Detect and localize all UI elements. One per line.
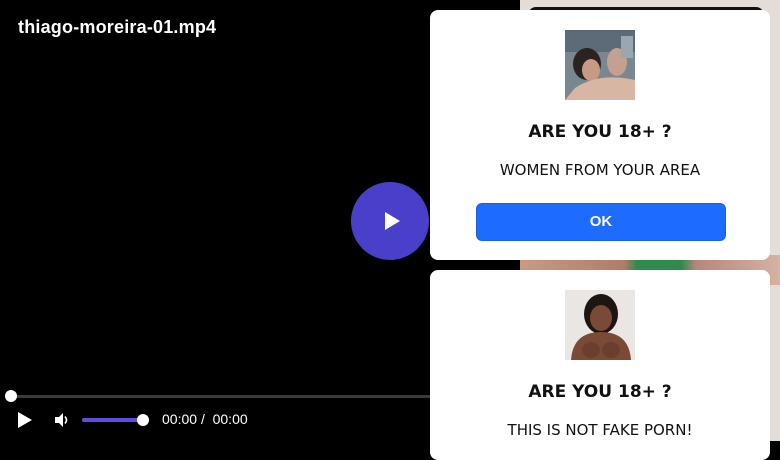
popup-avatar-2 bbox=[565, 290, 635, 360]
time-display: 00:00 / 00:00 bbox=[162, 411, 248, 427]
time-separator: / bbox=[200, 411, 205, 427]
ok-button[interactable]: OK bbox=[476, 203, 726, 241]
current-time: 00:00 bbox=[162, 411, 198, 427]
popup-subtitle: THIS IS NOT FAKE PORN! bbox=[507, 421, 693, 439]
volume-handle[interactable] bbox=[137, 414, 149, 426]
play-icon bbox=[18, 412, 32, 428]
video-title: thiago-moreira-01.mp4 bbox=[18, 17, 217, 37]
volume-icon[interactable] bbox=[53, 411, 71, 429]
popup-title: ARE YOU 18+ ? bbox=[528, 382, 672, 402]
popup-subtitle: WOMEN FROM YOUR AREA bbox=[499, 161, 701, 179]
popup-avatar-1 bbox=[565, 30, 635, 100]
progress-handle[interactable] bbox=[5, 390, 17, 402]
age-popup-1[interactable]: ARE YOU 18+ ? WOMEN FROM YOUR AREA OK bbox=[430, 10, 770, 260]
duration: 00:00 bbox=[212, 411, 248, 427]
volume-slider[interactable] bbox=[82, 418, 144, 422]
play-icon bbox=[384, 212, 400, 230]
age-popup-2[interactable]: ARE YOU 18+ ? THIS IS NOT FAKE PORN! bbox=[430, 270, 770, 460]
popup-title: ARE YOU 18+ ? bbox=[528, 122, 672, 142]
big-play-button[interactable] bbox=[351, 182, 429, 260]
play-button[interactable] bbox=[18, 410, 36, 430]
